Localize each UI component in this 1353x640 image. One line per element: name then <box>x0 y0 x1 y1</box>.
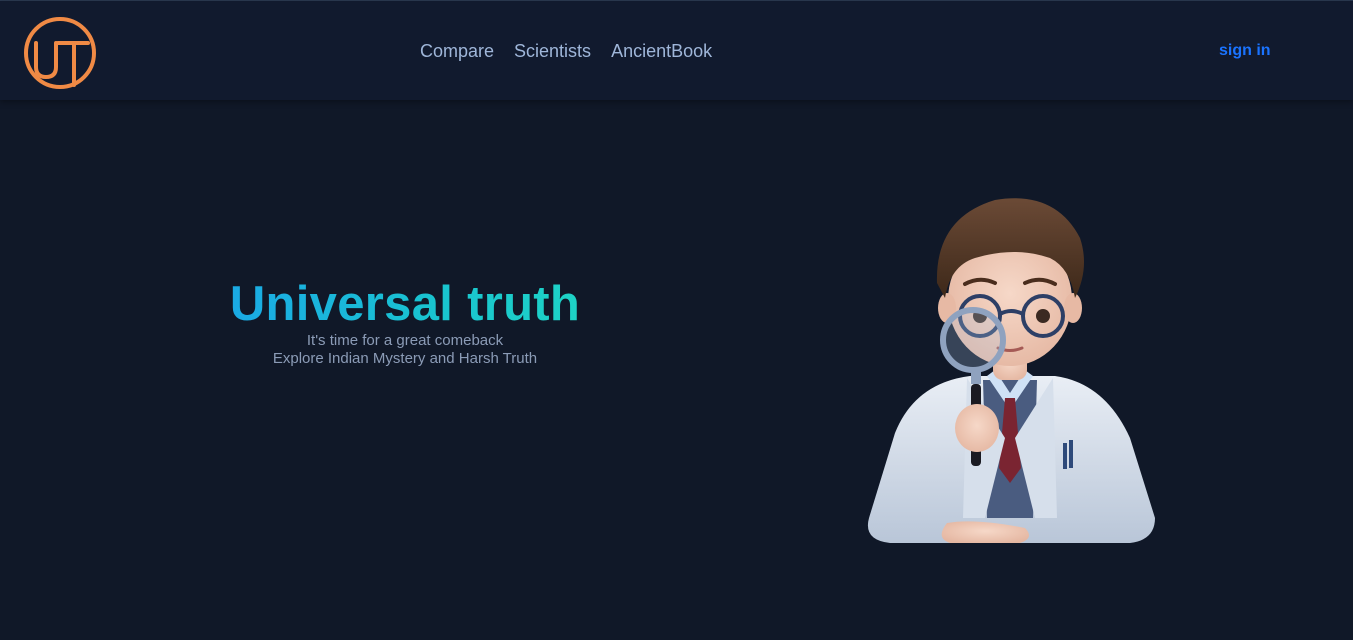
nav-scientists-link[interactable]: Scientists <box>514 40 591 62</box>
hero-description: Explore Indian Mystery and Harsh Truth <box>272 350 538 367</box>
page: Compare Scientists AncientBook sign in U… <box>0 0 1353 640</box>
main-nav: Compare Scientists AncientBook <box>420 40 712 62</box>
sign-in-link[interactable]: sign in <box>1219 41 1271 61</box>
hero-title: Universal truth <box>200 276 610 332</box>
hero-text: Universal truth It's time for a great co… <box>200 276 610 368</box>
nav-ancientbook-link[interactable]: AncientBook <box>611 40 712 62</box>
site-header: Compare Scientists AncientBook sign in <box>0 1 1353 100</box>
nav-compare-link[interactable]: Compare <box>420 40 494 62</box>
hero-tagline: It's time for a great comeback <box>306 332 504 349</box>
logo-icon[interactable] <box>22 15 98 91</box>
scientist-with-magnifier-illustration-icon <box>867 198 1155 543</box>
